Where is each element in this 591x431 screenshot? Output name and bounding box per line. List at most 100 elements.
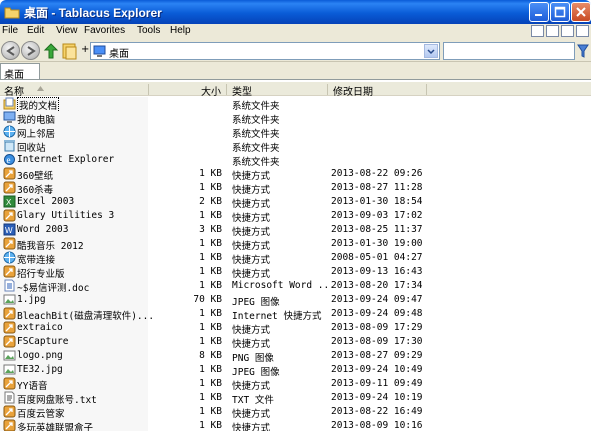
minimize-button[interactable] [529, 2, 549, 22]
file-size: 1 KB [199, 252, 222, 263]
list-item[interactable]: 1.jpg 70 KB JPEG 图像 2013-09-24 09:47 [0, 293, 591, 308]
window-title: 桌面 - Tablacus Explorer [24, 6, 162, 20]
menu-view[interactable]: View [56, 25, 78, 36]
menu-favorites[interactable]: Favorites [84, 25, 125, 36]
file-type: 快捷方式 [232, 381, 271, 392]
close-button[interactable] [571, 2, 591, 22]
list-item[interactable]: 宽带连接 1 KB 快捷方式 2008-05-01 04:27 [0, 251, 591, 266]
search-input[interactable] [443, 42, 575, 60]
toolbar: + 桌面 [0, 40, 591, 62]
list-item[interactable]: 多玩英雄联盟盒子 1 KB 快捷方式 2013-08-09 10:16 [0, 419, 591, 431]
list-item[interactable]: X Excel 2003 2 KB 快捷方式 2013-01-30 18:54 [0, 195, 591, 210]
menu-tools[interactable]: Tools [137, 25, 160, 36]
header-type[interactable]: 类型 [232, 82, 252, 98]
file-type: 快捷方式 [232, 213, 271, 224]
list-item[interactable]: 百度云管家 1 KB 快捷方式 2013-08-22 16:49 [0, 405, 591, 420]
list-item[interactable]: 360壁纸 1 KB 快捷方式 2013-08-22 09:26 [0, 167, 591, 182]
header-separator[interactable] [327, 84, 328, 95]
file-modified: 2013-08-22 09:26 [331, 168, 423, 179]
file-size: 1 KB [199, 420, 222, 431]
add-tab-icon[interactable]: + [81, 44, 89, 55]
list-item[interactable]: FSCapture 1 KB 快捷方式 2013-08-09 17:30 [0, 335, 591, 350]
layout-grid-icon[interactable] [561, 25, 574, 37]
network-icon [3, 251, 16, 264]
file-modified: 2013-08-20 17:34 [331, 280, 423, 291]
layout-split-icon[interactable] [546, 25, 559, 37]
file-list[interactable]: 我的文档 系统文件夹 我的电脑 系统文件夹 网上邻居 系统文件夹 回收站 系统文件夹 e Inte… [0, 97, 591, 431]
minimize-icon [535, 14, 542, 16]
file-name: 360杀毒 [17, 185, 54, 196]
layout-single-icon[interactable] [531, 25, 544, 37]
address-dropdown-button[interactable] [424, 44, 438, 58]
file-modified: 2013-01-30 18:54 [331, 196, 423, 207]
menu-file[interactable]: File [2, 25, 18, 36]
list-item[interactable]: YY语音 1 KB 快捷方式 2013-09-11 09:49 [0, 377, 591, 392]
file-type: 快捷方式 [232, 339, 271, 350]
list-item[interactable]: 招行专业版 1 KB 快捷方式 2013-09-13 16:43 [0, 265, 591, 280]
list-item[interactable]: BleachBit(磁盘清理软件)... 1 KB Internet 快捷方式 201… [0, 307, 591, 322]
filter-icon[interactable] [577, 44, 589, 58]
list-item[interactable]: W Word 2003 3 KB 快捷方式 2013-08-25 11:37 [0, 223, 591, 238]
header-separator[interactable] [226, 84, 227, 95]
menu-help[interactable]: Help [170, 25, 191, 36]
folder-icon [4, 7, 20, 19]
file-size: 1 KB [199, 322, 222, 333]
shortcut-icon [3, 209, 16, 222]
list-item[interactable]: 我的文档 系统文件夹 [0, 97, 591, 113]
forward-button[interactable] [21, 41, 40, 60]
header-modified[interactable]: 修改日期 [333, 82, 373, 98]
list-item[interactable]: 百度网盘账号.txt 1 KB TXT 文件 2013-09-24 10:19 [0, 391, 591, 406]
shortcut-icon [3, 307, 16, 320]
layout-quad-icon[interactable] [576, 25, 589, 37]
header-separator[interactable] [148, 84, 149, 95]
back-button[interactable] [1, 41, 20, 60]
shortcut-icon [3, 377, 16, 390]
address-value: 桌面 [109, 49, 129, 60]
list-item[interactable]: Glary Utilities 3 1 KB 快捷方式 2013-09-03 17:0… [0, 209, 591, 224]
file-modified: 2013-09-03 17:02 [331, 210, 423, 221]
word-icon: W [3, 223, 16, 236]
file-modified: 2013-08-09 10:16 [331, 420, 423, 431]
list-item[interactable]: TE32.jpg 1 KB JPEG 图像 2013-09-24 10:49 [0, 363, 591, 378]
tab-bar: 桌面 [0, 62, 591, 81]
file-size: 1 KB [199, 364, 222, 375]
list-item[interactable]: 我的电脑 系统文件夹 [0, 111, 591, 126]
column-header: 名称 大小 类型 修改日期 [0, 82, 591, 98]
file-name: 1.jpg [17, 294, 46, 305]
list-item[interactable]: logo.png 8 KB PNG 图像 2013-08-27 09:29 [0, 349, 591, 364]
file-size: 1 KB [199, 392, 222, 403]
sort-ascending-icon [37, 86, 44, 91]
tab-desktop[interactable]: 桌面 [0, 63, 40, 81]
header-separator[interactable] [426, 84, 427, 95]
list-item[interactable]: extraico 1 KB 快捷方式 2013-08-09 17:29 [0, 321, 591, 336]
file-type: 系统文件夹 [232, 143, 280, 154]
file-type: JPEG 图像 [232, 297, 280, 308]
folders-icon[interactable] [62, 42, 78, 60]
file-type: Microsoft Word ... [232, 280, 335, 291]
file-size: 2 KB [199, 196, 222, 207]
file-name: 宽带连接 [17, 255, 56, 266]
address-bar[interactable]: 桌面 [90, 42, 440, 60]
up-folder-icon[interactable] [42, 42, 60, 60]
text-file-icon [4, 391, 15, 404]
list-item[interactable]: e Internet Explorer 系统文件夹 [0, 153, 591, 168]
maximize-button[interactable] [550, 2, 570, 22]
documents-folder-icon [3, 97, 16, 110]
list-item[interactable]: ~$易信评测.doc 1 KB Microsoft Word ... 2013-08-… [0, 279, 591, 294]
file-name: logo.png [17, 350, 63, 361]
menu-edit[interactable]: Edit [27, 25, 44, 36]
list-item[interactable]: 回收站 系统文件夹 [0, 139, 591, 154]
file-name: 我的电脑 [17, 115, 56, 126]
menu-bar: File Edit View Favorites Tools Help [0, 24, 591, 40]
list-item[interactable]: 网上邻居 系统文件夹 [0, 125, 591, 140]
file-modified: 2013-08-09 17:29 [331, 322, 423, 333]
list-item[interactable]: 360杀毒 1 KB 快捷方式 2013-08-27 11:28 [0, 181, 591, 196]
title-bar[interactable]: 桌面 - Tablacus Explorer [0, 0, 591, 24]
file-name: YY语音 [17, 381, 48, 392]
file-type: 快捷方式 [232, 171, 271, 182]
file-name: Glary Utilities 3 [17, 210, 115, 221]
header-size[interactable]: 大小 [201, 82, 221, 98]
list-item[interactable]: 酷我音乐 2012 1 KB 快捷方式 2013-01-30 19:00 [0, 237, 591, 252]
file-name: 招行专业版 [17, 269, 65, 280]
header-name[interactable]: 名称 [4, 82, 24, 98]
